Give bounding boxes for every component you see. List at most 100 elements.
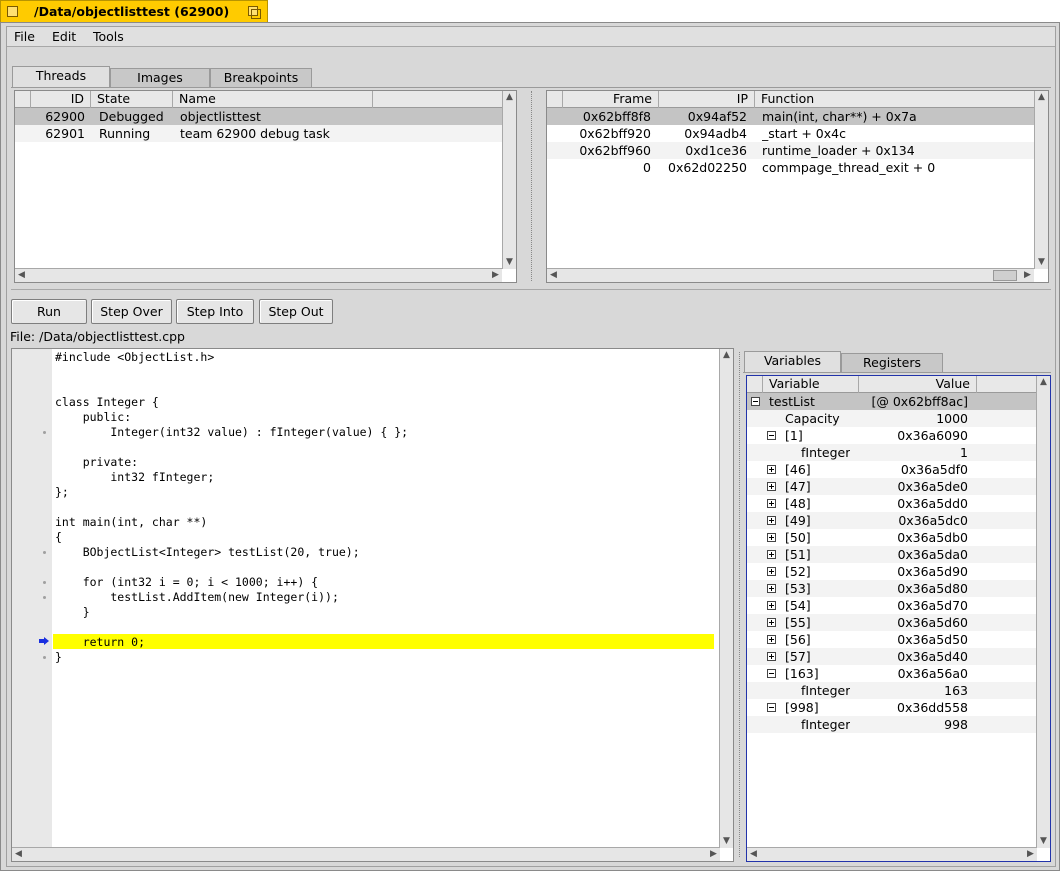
menu-edit[interactable]: Edit bbox=[52, 29, 76, 44]
variable-row[interactable]: fInteger 1 bbox=[747, 444, 1050, 461]
stack-vscroll[interactable]: ▲ ▼ bbox=[1034, 91, 1048, 269]
variables-vscroll[interactable]: ▲ ▼ bbox=[1036, 376, 1050, 848]
scroll-left-icon[interactable]: ◀ bbox=[12, 848, 25, 861]
col-id[interactable]: ID bbox=[31, 91, 91, 108]
breakpoint-marker[interactable] bbox=[43, 431, 46, 434]
tab-images[interactable]: Images bbox=[110, 68, 210, 87]
collapse-icon[interactable] bbox=[767, 703, 776, 712]
stack-row[interactable]: 0x62bff960 0xd1ce36 runtime_loader + 0x1… bbox=[547, 142, 1048, 159]
expand-icon[interactable] bbox=[767, 635, 776, 644]
variable-row[interactable]: [998] 0x36dd558 bbox=[747, 699, 1050, 716]
variable-row[interactable]: [56] 0x36a5d50 bbox=[747, 631, 1050, 648]
col-variable[interactable]: Variable bbox=[763, 376, 859, 393]
scroll-left-icon[interactable]: ◀ bbox=[15, 269, 28, 282]
variable-row[interactable]: [52] 0x36a5d90 bbox=[747, 563, 1050, 580]
stack-hscroll[interactable]: ◀ ▶ bbox=[547, 268, 1034, 282]
scroll-right-icon[interactable]: ▶ bbox=[707, 848, 720, 861]
variable-row[interactable]: [1] 0x36a6090 bbox=[747, 427, 1050, 444]
tab-variables[interactable]: Variables bbox=[744, 351, 841, 372]
expand-icon[interactable] bbox=[767, 499, 776, 508]
scroll-down-icon[interactable]: ▼ bbox=[1035, 256, 1048, 269]
variable-row[interactable]: [53] 0x36a5d80 bbox=[747, 580, 1050, 597]
stack-row[interactable]: 0x62bff920 0x94adb4 _start + 0x4c bbox=[547, 125, 1048, 142]
expand-icon[interactable] bbox=[767, 618, 776, 627]
col-ip[interactable]: IP bbox=[659, 91, 755, 108]
expand-icon[interactable] bbox=[767, 550, 776, 559]
run-button[interactable]: Run bbox=[11, 299, 87, 324]
variable-row[interactable]: [57] 0x36a5d40 bbox=[747, 648, 1050, 665]
col-state[interactable]: State bbox=[91, 91, 173, 108]
variable-row[interactable]: fInteger 998 bbox=[747, 716, 1050, 733]
col-frame[interactable]: Frame bbox=[563, 91, 659, 108]
source-hscroll[interactable]: ◀ ▶ bbox=[12, 847, 720, 861]
variable-row[interactable]: testList [@ 0x62bff8ac] bbox=[747, 393, 1050, 410]
variable-row[interactable]: [55] 0x36a5d60 bbox=[747, 614, 1050, 631]
source-view[interactable]: #include <ObjectList.h> class Integer { p… bbox=[11, 348, 734, 862]
scroll-thumb[interactable] bbox=[993, 270, 1017, 281]
breakpoint-marker[interactable] bbox=[43, 581, 46, 584]
variables-view[interactable]: Variable Value testList [@ 0x62bff8ac] Cap… bbox=[746, 375, 1051, 862]
threads-hscroll[interactable]: ◀ ▶ bbox=[15, 268, 502, 282]
expand-icon[interactable] bbox=[767, 584, 776, 593]
variable-row[interactable]: [49] 0x36a5dc0 bbox=[747, 512, 1050, 529]
threads-vscroll[interactable]: ▲ ▼ bbox=[502, 91, 516, 269]
collapse-icon[interactable] bbox=[767, 669, 776, 678]
scroll-down-icon[interactable]: ▼ bbox=[720, 835, 733, 848]
breakpoint-marker[interactable] bbox=[43, 551, 46, 554]
variable-row[interactable]: Capacity 1000 bbox=[747, 410, 1050, 427]
col-function[interactable]: Function bbox=[755, 91, 1035, 108]
variable-row[interactable]: [54] 0x36a5d70 bbox=[747, 597, 1050, 614]
step-over-button[interactable]: Step Over bbox=[91, 299, 172, 324]
source-gutter[interactable] bbox=[12, 349, 52, 849]
variable-row[interactable]: [46] 0x36a5df0 bbox=[747, 461, 1050, 478]
scroll-right-icon[interactable]: ▶ bbox=[489, 269, 502, 282]
scroll-left-icon[interactable]: ◀ bbox=[547, 269, 560, 282]
close-box-icon[interactable] bbox=[7, 6, 18, 17]
scroll-up-icon[interactable]: ▲ bbox=[720, 349, 733, 362]
step-out-button[interactable]: Step Out bbox=[259, 299, 333, 324]
scroll-up-icon[interactable]: ▲ bbox=[1035, 91, 1048, 104]
variable-row[interactable]: [163] 0x36a56a0 bbox=[747, 665, 1050, 682]
collapse-icon[interactable] bbox=[751, 397, 760, 406]
expand-icon[interactable] bbox=[767, 516, 776, 525]
tab-registers[interactable]: Registers bbox=[841, 353, 943, 372]
variable-row[interactable]: [47] 0x36a5de0 bbox=[747, 478, 1050, 495]
menu-file[interactable]: File bbox=[14, 29, 35, 44]
source-vscroll[interactable]: ▲ ▼ bbox=[719, 349, 733, 848]
thread-row[interactable]: 62900 Debugged objectlisttest bbox=[15, 108, 516, 125]
expand-icon[interactable] bbox=[767, 652, 776, 661]
breakpoint-marker[interactable] bbox=[43, 656, 46, 659]
zoom-box-icon[interactable] bbox=[248, 6, 261, 19]
thread-row[interactable]: 62901 Running team 62900 debug task bbox=[15, 125, 516, 142]
window-tab[interactable]: /Data/objectlisttest (62900) bbox=[0, 0, 268, 22]
expand-icon[interactable] bbox=[767, 482, 776, 491]
scroll-right-icon[interactable]: ▶ bbox=[1024, 848, 1037, 861]
tab-breakpoints[interactable]: Breakpoints bbox=[210, 68, 312, 87]
source-splitter[interactable] bbox=[739, 352, 741, 857]
scroll-left-icon[interactable]: ◀ bbox=[747, 848, 760, 861]
variable-row[interactable]: [50] 0x36a5db0 bbox=[747, 529, 1050, 546]
tab-threads[interactable]: Threads bbox=[12, 66, 110, 87]
variable-row[interactable]: fInteger 163 bbox=[747, 682, 1050, 699]
step-into-button[interactable]: Step Into bbox=[176, 299, 254, 324]
breakpoint-marker[interactable] bbox=[43, 596, 46, 599]
scroll-down-icon[interactable]: ▼ bbox=[1037, 835, 1050, 848]
collapse-icon[interactable] bbox=[767, 431, 776, 440]
vertical-splitter[interactable] bbox=[531, 91, 533, 281]
scroll-up-icon[interactable]: ▲ bbox=[1037, 376, 1050, 389]
scroll-right-icon[interactable]: ▶ bbox=[1021, 269, 1034, 282]
col-name[interactable]: Name bbox=[173, 91, 373, 108]
expand-icon[interactable] bbox=[767, 533, 776, 542]
stack-row[interactable]: 0 0x62d02250 commpage_thread_exit + 0 bbox=[547, 159, 1048, 176]
expand-icon[interactable] bbox=[767, 465, 776, 474]
threads-list[interactable]: ID State Name 62900 Debugged objectlistt… bbox=[14, 90, 517, 283]
variable-row[interactable]: [48] 0x36a5dd0 bbox=[747, 495, 1050, 512]
expand-icon[interactable] bbox=[767, 567, 776, 576]
scroll-down-icon[interactable]: ▼ bbox=[503, 256, 516, 269]
stack-trace-list[interactable]: Frame IP Function 0x62bff8f8 0x94af52 ma… bbox=[546, 90, 1049, 283]
variables-hscroll[interactable]: ◀ ▶ bbox=[747, 847, 1037, 861]
scroll-up-icon[interactable]: ▲ bbox=[503, 91, 516, 104]
expand-icon[interactable] bbox=[767, 601, 776, 610]
col-value[interactable]: Value bbox=[859, 376, 977, 393]
variable-row[interactable]: [51] 0x36a5da0 bbox=[747, 546, 1050, 563]
